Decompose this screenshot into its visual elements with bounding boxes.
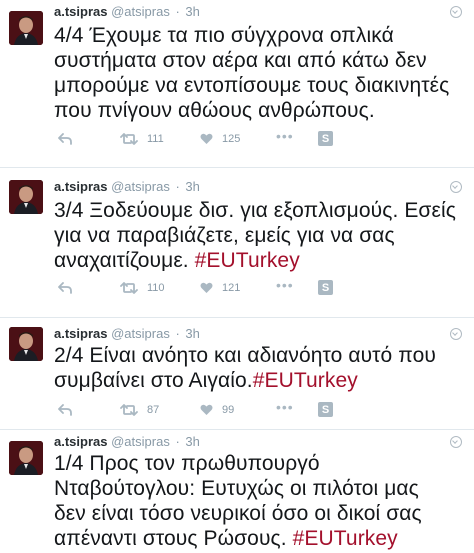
tweet-header: a.tsipras @atsipras · 3h xyxy=(54,326,200,342)
avatar[interactable] xyxy=(9,11,43,45)
hashtag-link[interactable]: #EUTurkey xyxy=(253,369,358,392)
chevron-down-icon[interactable] xyxy=(450,328,462,340)
timestamp[interactable]: 3h xyxy=(185,326,199,341)
tweet-header: a.tsipras @atsipras · 3h xyxy=(54,179,200,195)
avatar[interactable] xyxy=(9,327,43,361)
tweet-line: μπορούμε να εντοπίσουμε τους διακινητές xyxy=(54,74,450,97)
reply-icon xyxy=(58,282,72,294)
heart-icon xyxy=(200,133,213,144)
avatar[interactable] xyxy=(9,441,43,475)
tweet-line: απέναντι στους Ρώσους. #EUTurkey xyxy=(54,526,470,551)
retweet-icon xyxy=(120,133,138,145)
more-icon[interactable]: ••• xyxy=(276,128,294,144)
tweet-actions: 87 99 ••• S xyxy=(58,399,388,418)
author-handle[interactable]: @atsipras xyxy=(111,4,170,19)
heart-icon xyxy=(200,282,213,293)
separator-dot: · xyxy=(175,326,180,341)
separator-dot: · xyxy=(175,4,180,19)
tweet-line: 3/4 Ξοδεύουμε δισ. για εξοπλισμούς. Εσεί… xyxy=(54,199,456,222)
tweet[interactable]: a.tsipras @atsipras · 3h 2/4 Είναι ανόητ… xyxy=(0,318,474,430)
tweet-header: a.tsipras @atsipras · 3h xyxy=(54,4,200,20)
timestamp[interactable]: 3h xyxy=(185,434,199,449)
tweet-line-text: αναχαιτίζουμε. xyxy=(54,249,195,272)
tweet-text: 3/4 Ξοδεύουμε δισ. για εξοπλισμούς. Εσεί… xyxy=(54,198,470,273)
reply-button[interactable] xyxy=(58,131,72,147)
tweet-line: συστήματα στον αέρα και από κάτω δεν xyxy=(54,49,427,72)
like-count: 121 xyxy=(222,282,241,294)
tweet-line: αναχαιτίζουμε. #EUTurkey xyxy=(54,248,470,273)
tweet-line: που πνίγουν αθώους ανθρώπους. xyxy=(54,99,375,122)
author-name[interactable]: a.tsipras xyxy=(54,434,107,449)
retweet-count: 111 xyxy=(147,133,164,145)
s-app-icon[interactable]: S xyxy=(318,402,333,417)
separator-dot: · xyxy=(175,434,180,449)
tweet-line-text: συμβαίνει στο Αιγαίο. xyxy=(54,369,253,392)
tweet-header: a.tsipras @atsipras · 3h xyxy=(54,434,200,450)
tweet-line: 4/4 Έχουμε τα πιο σύγχρονα οπλικά xyxy=(54,24,394,47)
tweet-line: για να παραβιάζετε, εμείς για να σας xyxy=(54,224,395,247)
tweet-line-text: απέναντι στους Ρώσους. xyxy=(54,527,293,550)
s-app-icon[interactable]: S xyxy=(318,131,333,146)
tweet-line: 1/4 Προς τον πρωθυπουργό xyxy=(54,452,320,475)
tweet[interactable]: a.tsipras @atsipras · 3h 1/4 Προς τον πρ… xyxy=(0,430,474,553)
heart-icon xyxy=(200,404,213,415)
tweet-text: 2/4 Είναι ανόητο και αδιανόητο αυτό που … xyxy=(54,343,470,393)
retweet-button[interactable]: 111 xyxy=(120,131,164,147)
tweet-text: 1/4 Προς τον πρωθυπουργό Νταβούτογλου: Ε… xyxy=(54,451,470,551)
author-handle[interactable]: @atsipras xyxy=(111,434,170,449)
like-button[interactable]: 125 xyxy=(200,131,240,147)
tweet-line: 2/4 Είναι ανόητο και αδιανόητο αυτό που xyxy=(54,344,436,367)
timestamp[interactable]: 3h xyxy=(185,4,199,19)
tweet[interactable]: a.tsipras @atsipras · 3h 4/4 Έχουμε τα π… xyxy=(0,0,474,168)
s-app-icon[interactable]: S xyxy=(318,280,333,295)
reply-icon xyxy=(58,404,72,416)
chevron-down-icon[interactable] xyxy=(450,181,462,193)
tweet[interactable]: a.tsipras @atsipras · 3h 3/4 Ξοδεύουμε δ… xyxy=(0,168,474,318)
separator-dot: · xyxy=(175,179,180,194)
tweet-line: Νταβούτογλου: Ευτυχώς οι πιλότοι μας xyxy=(54,477,419,500)
tweet-text: 4/4 Έχουμε τα πιο σύγχρονα οπλικά συστήμ… xyxy=(54,23,470,123)
author-name[interactable]: a.tsipras xyxy=(54,179,107,194)
like-count: 125 xyxy=(222,133,241,145)
reply-button[interactable] xyxy=(58,280,72,296)
tweet-actions: 110 121 ••• S xyxy=(58,277,388,296)
retweet-count: 110 xyxy=(147,282,165,294)
more-icon[interactable]: ••• xyxy=(276,277,294,293)
chevron-down-icon[interactable] xyxy=(450,436,462,448)
chevron-down-icon[interactable] xyxy=(450,6,462,18)
hashtag-link[interactable]: #EUTurkey xyxy=(293,527,398,550)
retweet-button[interactable]: 110 xyxy=(120,280,165,296)
retweet-icon xyxy=(120,282,138,294)
tweet-line: συμβαίνει στο Αιγαίο.#EUTurkey xyxy=(54,368,470,393)
retweet-icon xyxy=(120,404,138,416)
retweet-count: 87 xyxy=(147,404,160,416)
retweet-button[interactable]: 87 xyxy=(120,402,159,418)
hashtag-link[interactable]: #EUTurkey xyxy=(195,249,300,272)
like-button[interactable]: 99 xyxy=(200,402,234,418)
like-button[interactable]: 121 xyxy=(200,280,240,296)
reply-icon xyxy=(58,133,72,145)
more-icon[interactable]: ••• xyxy=(276,399,294,415)
like-count: 99 xyxy=(222,404,235,416)
author-name[interactable]: a.tsipras xyxy=(54,4,107,19)
tweet-line: δεν είναι τόσο νευρικοί όσο οι δικοί σας xyxy=(54,502,422,525)
author-name[interactable]: a.tsipras xyxy=(54,326,107,341)
author-handle[interactable]: @atsipras xyxy=(111,326,170,341)
avatar[interactable] xyxy=(9,180,43,214)
author-handle[interactable]: @atsipras xyxy=(111,179,170,194)
tweet-actions: 111 125 ••• S xyxy=(58,128,388,147)
timestamp[interactable]: 3h xyxy=(185,179,199,194)
reply-button[interactable] xyxy=(58,402,72,418)
